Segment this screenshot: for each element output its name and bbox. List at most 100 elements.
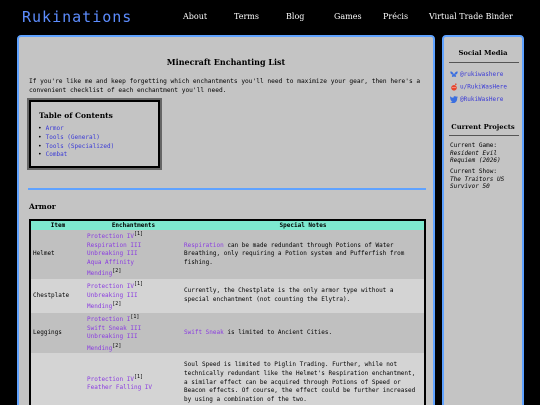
social-media-heading: Social Media — [458, 49, 508, 57]
table-of-contents: Table of Contents Armor Tools (General) … — [27, 98, 162, 170]
enchantment-entry: Unbreaking III — [87, 333, 180, 342]
social-label-butterfly: @rukiwashere — [460, 71, 504, 78]
toc-list: Armor Tools (General) Tools (Specialized… — [45, 125, 115, 160]
nav-precis[interactable]: Précis — [383, 12, 408, 21]
enchantment-name: Protection I — [87, 315, 131, 323]
butterfly-icon — [450, 71, 460, 78]
cell-item: Chestplate — [30, 278, 85, 313]
enchantment-name: Unbreaking III — [87, 291, 138, 299]
column-header-item: Item — [30, 220, 85, 230]
enchantment-entry: Feather Falling IV — [87, 384, 180, 393]
social-label-reddit: u/RukiWasHere — [460, 83, 507, 91]
enchantment-name: Aqua Affinity — [87, 258, 134, 266]
current-game-label: Current Game: — [450, 142, 497, 149]
footnote-ref[interactable]: [1] — [134, 281, 143, 287]
site-logo[interactable]: Rukinations — [22, 8, 132, 26]
footnote-ref[interactable]: [2] — [112, 268, 121, 274]
nav-terms[interactable]: Terms — [234, 12, 259, 21]
footnote-ref[interactable]: [2] — [112, 343, 121, 349]
current-game: Current Game: Resident Evil Requiem (202… — [450, 142, 522, 165]
cell-special-notes: Respiration can be made redundant throug… — [182, 230, 425, 279]
table-row: Leggings Protection I[1] Swift Sneak III Un… — [30, 312, 425, 354]
social-divider — [449, 62, 519, 63]
cell-enchantments: Protection IV[1] Feather Falling IV — [85, 353, 182, 405]
enchantment-name: Unbreaking III — [87, 250, 138, 258]
enchantment-entry: Swift Sneak III — [87, 325, 180, 334]
enchantment-entry: Protection IV[1] — [87, 373, 180, 385]
nav-games[interactable]: Games — [334, 12, 362, 21]
enchantment-entry: Respiration III — [87, 242, 180, 251]
enchantment-name: Protection IV — [87, 233, 134, 240]
toc-link-combat[interactable]: Combat — [45, 151, 114, 160]
current-show-label: Current Show: — [450, 168, 497, 175]
enchantment-entry: Protection IV[1] — [87, 230, 180, 242]
social-link-butterfly[interactable]: @rukiwashere — [450, 71, 503, 78]
cell-enchantments: Protection IV[1] Respiration III Unbreakin… — [85, 230, 182, 279]
enchantment-entry: Unbreaking III — [87, 292, 180, 301]
section-divider — [28, 188, 426, 190]
cell-item — [30, 353, 85, 405]
toc-link-armor[interactable]: Armor — [45, 125, 114, 134]
nav-about[interactable]: About — [183, 12, 207, 21]
enchantment-entry: Unbreaking III — [87, 250, 180, 259]
footnote-ref[interactable]: [1] — [134, 231, 143, 237]
current-projects-heading: Current Projects — [451, 123, 515, 131]
cell-enchantments: Protection I[1] Swift Sneak III Unbreaking… — [85, 312, 182, 354]
enchantment-name: Mending — [87, 344, 113, 352]
cell-item: Helmet — [30, 230, 85, 279]
table-header-row: Item Enchantments Special Notes — [30, 220, 425, 230]
enchantment-name: Mending — [87, 303, 113, 311]
note-text: Currently, the Chestplate is the only ar… — [184, 287, 394, 303]
enchantment-name: Protection IV — [87, 375, 134, 383]
footnote-ref[interactable]: [1] — [130, 314, 139, 320]
column-header-special-notes: Special Notes — [182, 220, 425, 230]
cell-special-notes: Soul Speed is limited to Piglin Trading.… — [182, 353, 425, 405]
enchantment-name: Swift Sneak III — [87, 324, 142, 332]
enchantment-entry: Protection I[1] — [87, 313, 180, 325]
cell-special-notes: Currently, the Chestplate is the only ar… — [182, 278, 425, 313]
current-show: Current Show: The Traitors US Survivor 5… — [450, 168, 522, 191]
note-enchantment-highlight: Respiration — [184, 241, 224, 249]
twitter-icon — [450, 96, 460, 104]
note-enchantment-highlight: Swift Sneak — [184, 328, 224, 336]
projects-divider — [449, 135, 519, 136]
cell-enchantments: Protection IV[1] Unbreaking III Mending[2] — [85, 278, 182, 313]
note-text: is limited to Ancient Cities. — [223, 328, 333, 336]
nav-blog[interactable]: Blog — [286, 12, 304, 21]
page-title: Minecraft Enchanting List — [166, 57, 286, 67]
enchantment-entry: Mending[2] — [87, 267, 180, 279]
cell-item: Leggings — [30, 312, 85, 354]
enchantment-name: Protection IV — [87, 283, 134, 291]
toc-title: Table of Contents — [39, 111, 113, 120]
enchantment-entry: Protection IV[1] — [87, 280, 180, 292]
sidebar: Social Media @rukiwashere u/RukiWasHere … — [442, 35, 524, 405]
table-row: Helmet Protection IV[1] Respiration III Unb… — [30, 230, 425, 279]
social-link-twitter[interactable]: @RukiWasHere — [450, 96, 504, 104]
toc-link-tools-specialized[interactable]: Tools (Specialized) — [45, 143, 115, 152]
table-row: Protection IV[1] Feather Falling IV Soul S… — [30, 353, 425, 405]
social-label-twitter: @RukiWasHere — [460, 96, 504, 103]
section-title-armor: Armor — [29, 202, 56, 211]
nav-virtual-trade-binder[interactable]: Virtual Trade Binder — [429, 12, 513, 21]
armor-enchant-table: Item Enchantments Special Notes Helmet Pr… — [29, 219, 426, 405]
social-link-reddit[interactable]: u/RukiWasHere — [450, 83, 507, 91]
reddit-icon — [450, 83, 460, 91]
table-row: Chestplate Protection IV[1] Unbreaking III… — [30, 278, 425, 313]
enchantment-name: Mending — [87, 270, 113, 278]
enchantment-entry: Aqua Affinity — [87, 259, 180, 268]
enchantment-entry: Mending[2] — [87, 300, 180, 312]
column-header-enchantments: Enchantments — [85, 220, 182, 230]
enchantment-entry: Mending[2] — [87, 342, 180, 354]
intro-paragraph: If you're like me and keep forgetting wh… — [29, 78, 421, 94]
enchantment-name: Feather Falling IV — [87, 384, 153, 392]
enchantment-name: Respiration III — [87, 241, 142, 249]
top-navigation-bar: Rukinations About Terms Blog Games Préci… — [0, 0, 540, 34]
enchantment-name: Unbreaking III — [87, 333, 138, 341]
note-text: Soul Speed is limited to Piglin Trading.… — [184, 361, 416, 403]
cell-special-notes: Swift Sneak is limited to Ancient Cities… — [182, 312, 425, 354]
toc-link-tools-general[interactable]: Tools (General) — [45, 134, 114, 143]
footnote-ref[interactable]: [2] — [112, 301, 121, 307]
current-show-value: The Traitors US Survivor 50 — [450, 175, 505, 191]
footnote-ref[interactable]: [1] — [134, 374, 143, 380]
current-game-value: Resident Evil Requiem (2026) — [450, 149, 501, 165]
